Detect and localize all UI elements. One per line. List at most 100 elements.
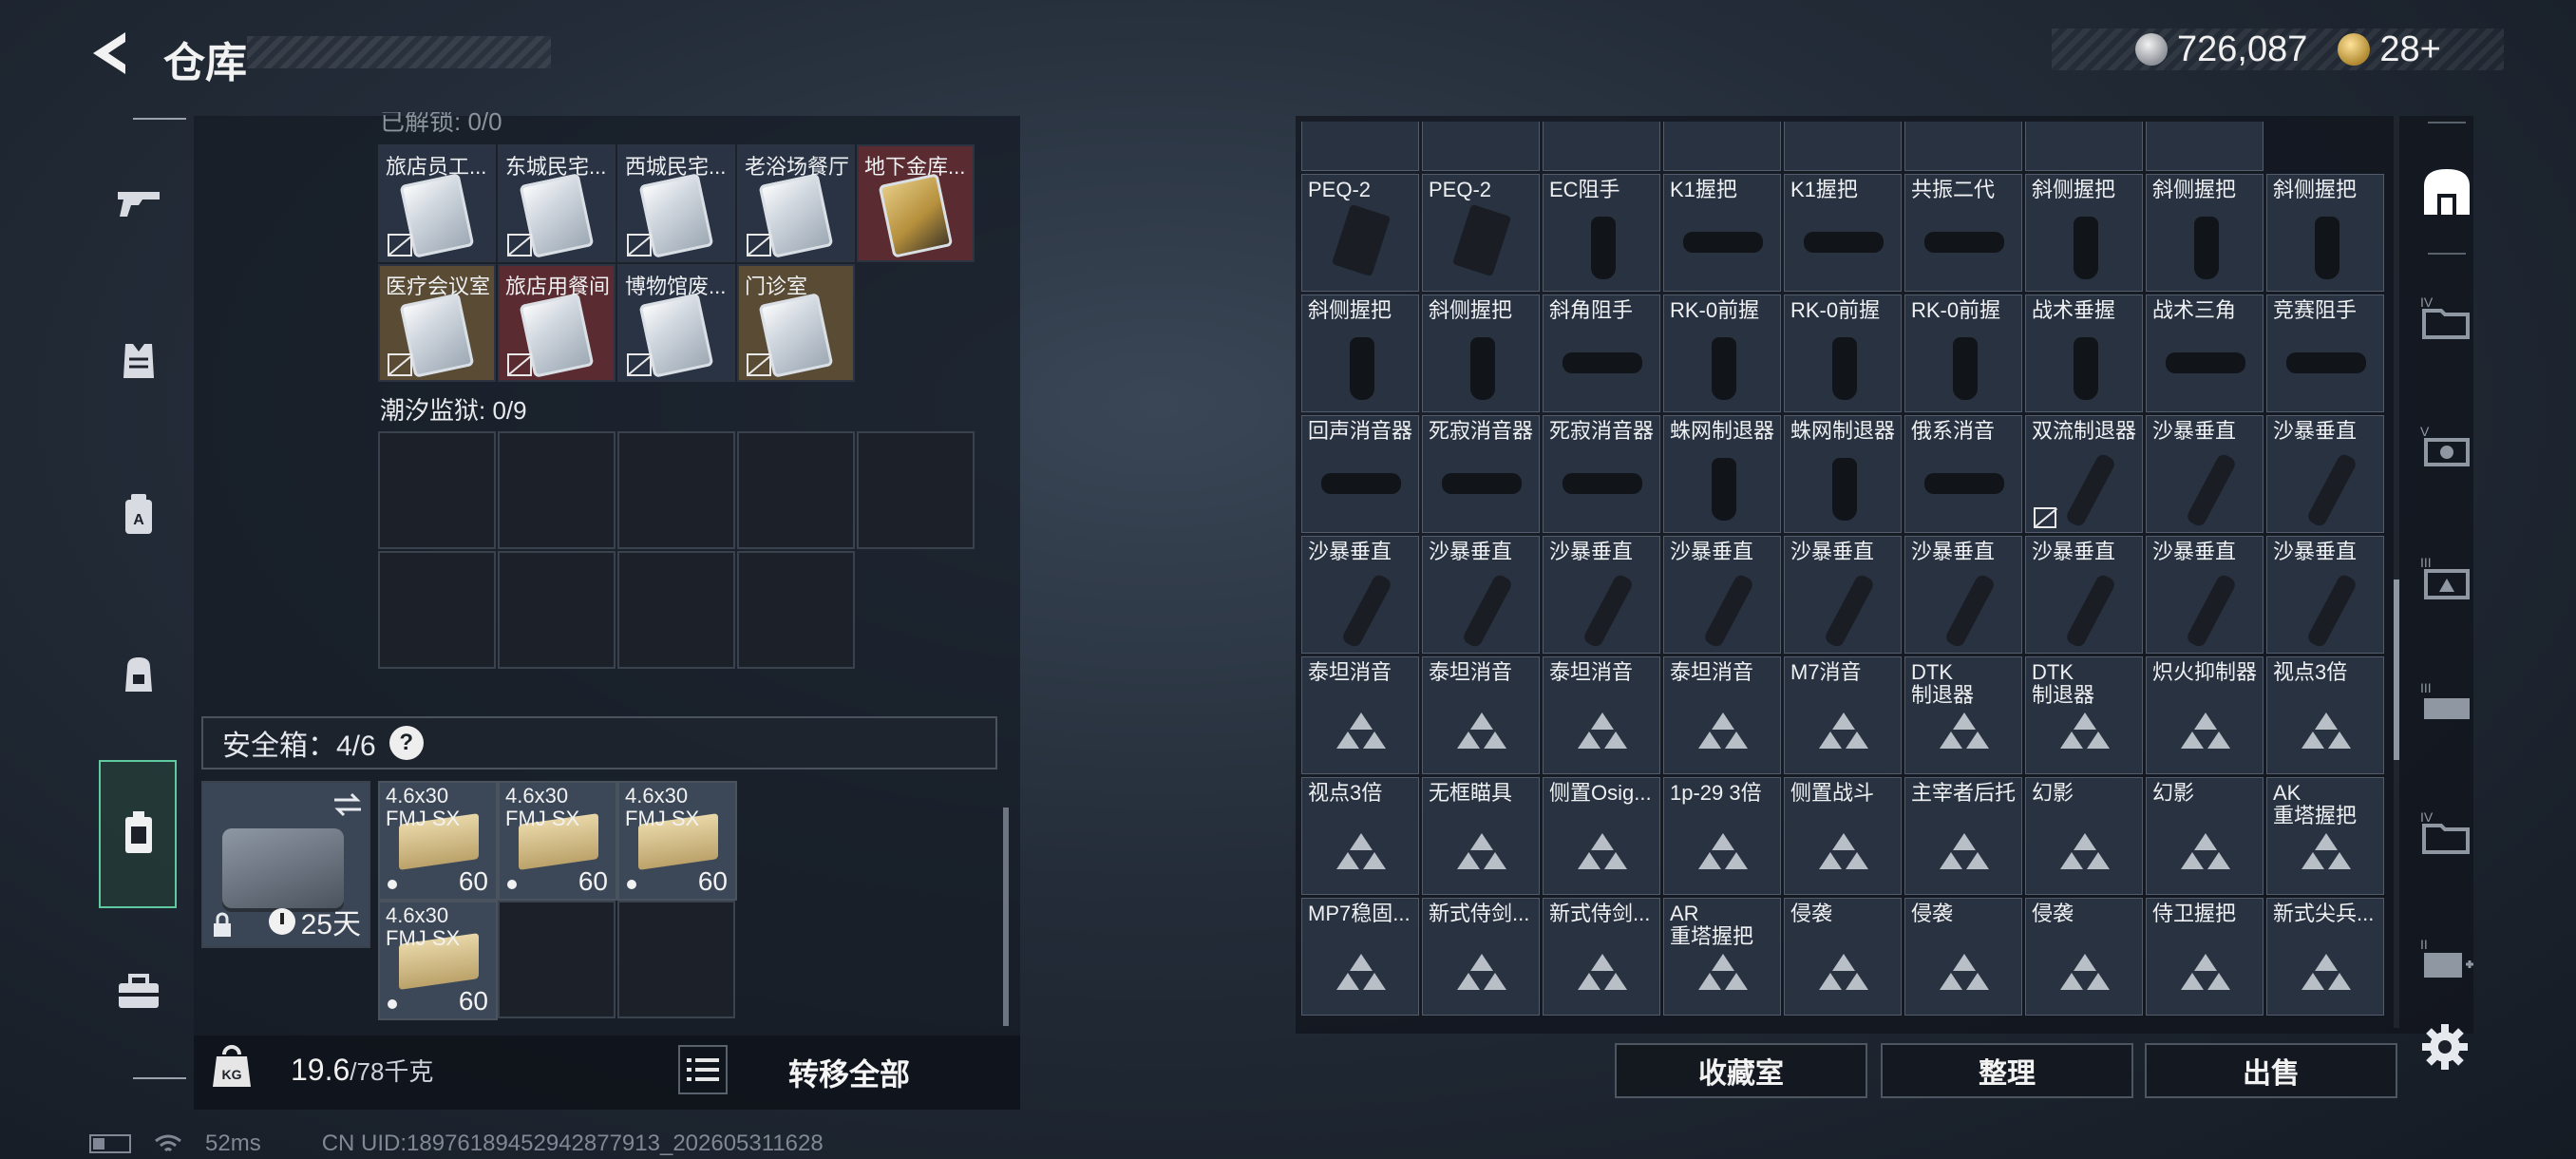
stash-item[interactable]: 无框瞄具 bbox=[1422, 777, 1540, 895]
stash-item[interactable]: EC阻手 bbox=[1543, 174, 1660, 292]
stash-item[interactable]: 回声消音器 bbox=[1301, 415, 1419, 533]
stash-item[interactable]: 泰坦消音 bbox=[1422, 656, 1540, 774]
stash-item[interactable]: 沙暴垂直 bbox=[2025, 536, 2143, 654]
stash-item[interactable]: AR 重塔握把 bbox=[1663, 898, 1781, 1016]
ammo-item[interactable]: 4.6x30 FMJ SX 60 bbox=[378, 781, 498, 901]
stash-item[interactable] bbox=[1904, 122, 2022, 171]
stash-item[interactable]: 幻影 bbox=[2025, 777, 2143, 895]
stash-item[interactable]: DTK 制退器 bbox=[1904, 656, 2022, 774]
stash-item[interactable]: 战术垂握 bbox=[2025, 294, 2143, 412]
stash-item[interactable] bbox=[1301, 122, 1419, 171]
stash-item[interactable]: 死寂消音器 bbox=[1422, 415, 1540, 533]
stash-item[interactable]: 主宰者后托 bbox=[1904, 777, 2022, 895]
key-card[interactable]: 博物馆废... bbox=[617, 264, 735, 382]
stash-item[interactable]: 沙暴垂直 bbox=[2146, 536, 2263, 654]
empty-slot[interactable] bbox=[498, 551, 616, 669]
stash-item[interactable]: 死寂消音器 bbox=[1543, 415, 1660, 533]
stash-item[interactable]: 泰坦消音 bbox=[1543, 656, 1660, 774]
stash-item[interactable]: 1p-29 3倍 bbox=[1663, 777, 1781, 895]
settings-button[interactable] bbox=[2418, 1020, 2472, 1074]
key-card[interactable]: 旅店员工... bbox=[378, 144, 496, 262]
nav-helmet[interactable]: A bbox=[106, 483, 171, 547]
stash-item[interactable]: 双流制退器 bbox=[2025, 415, 2143, 533]
key-card[interactable]: 地下金库... bbox=[857, 144, 975, 262]
empty-slot[interactable] bbox=[498, 901, 616, 1018]
stash-item[interactable]: 侵袭 bbox=[2025, 898, 2143, 1016]
empty-slot[interactable] bbox=[617, 901, 735, 1018]
stash-item[interactable]: AK 重塔握把 bbox=[2266, 777, 2384, 895]
stash-item[interactable]: 战术三角 bbox=[2146, 294, 2263, 412]
key-card[interactable]: 门诊室 bbox=[737, 264, 855, 382]
key-card[interactable]: 东城民宅... bbox=[498, 144, 616, 262]
stash-item[interactable]: 沙暴垂直 bbox=[1422, 536, 1540, 654]
stash-item[interactable]: 炽火抑制器 bbox=[2146, 656, 2263, 774]
stash-item[interactable]: 沙暴垂直 bbox=[2266, 415, 2384, 533]
empty-slot[interactable] bbox=[378, 431, 496, 549]
stash-item[interactable]: 侧置Osig... bbox=[1543, 777, 1660, 895]
stash-item[interactable]: 侵袭 bbox=[1904, 898, 2022, 1016]
sell-button[interactable]: 出售 bbox=[2145, 1043, 2397, 1098]
empty-slot[interactable] bbox=[617, 431, 735, 549]
stash-item[interactable]: 斜角阻手 bbox=[1543, 294, 1660, 412]
empty-slot[interactable] bbox=[378, 551, 496, 669]
nav-toolbox[interactable] bbox=[106, 960, 171, 1024]
stash-item[interactable]: 斜侧握把 bbox=[2025, 174, 2143, 292]
empty-slot[interactable] bbox=[737, 551, 855, 669]
stash-item[interactable]: 视点3倍 bbox=[1301, 777, 1419, 895]
stash-item[interactable]: K1握把 bbox=[1784, 174, 1902, 292]
stash-item[interactable]: 沙暴垂直 bbox=[1663, 536, 1781, 654]
ammo-item[interactable]: 4.6x30 FMJ SX 60 bbox=[498, 781, 617, 901]
rail-tab-ii[interactable]: II bbox=[2409, 922, 2485, 998]
stash-item[interactable]: 侧置战斗 bbox=[1784, 777, 1902, 895]
stash-item[interactable]: 泰坦消音 bbox=[1301, 656, 1419, 774]
nav-weapons[interactable] bbox=[106, 171, 171, 236]
stash-item[interactable] bbox=[2025, 122, 2143, 171]
empty-slot[interactable] bbox=[498, 431, 616, 549]
nav-container[interactable] bbox=[106, 800, 171, 864]
key-card[interactable]: 西城民宅... bbox=[617, 144, 735, 262]
stash-item[interactable]: 沙暴垂直 bbox=[1784, 536, 1902, 654]
stash-item[interactable]: 斜侧握把 bbox=[1422, 294, 1540, 412]
rail-tab-iii-b[interactable]: III bbox=[2409, 665, 2485, 741]
stash-item[interactable]: RK-0前握 bbox=[1784, 294, 1902, 412]
stash-item[interactable]: DTK 制退器 bbox=[2025, 656, 2143, 774]
stash-item[interactable]: 新式侍剑... bbox=[1543, 898, 1660, 1016]
stash-item[interactable]: 新式尖兵... bbox=[2266, 898, 2384, 1016]
help-icon[interactable]: ? bbox=[388, 726, 424, 760]
back-button[interactable] bbox=[87, 28, 137, 78]
stash-scroll-thumb[interactable] bbox=[2394, 580, 2399, 760]
stash-item[interactable]: 沙暴垂直 bbox=[2266, 536, 2384, 654]
stash-item[interactable]: PEQ-2 bbox=[1301, 174, 1419, 292]
left-scrollbar[interactable] bbox=[1003, 808, 1009, 1026]
stash-item[interactable]: 斜侧握把 bbox=[2266, 174, 2384, 292]
nav-backpack[interactable] bbox=[106, 642, 171, 707]
stash-item[interactable]: 侍卫握把 bbox=[2146, 898, 2263, 1016]
rail-tab-iii-a[interactable]: III bbox=[2409, 540, 2485, 616]
key-card[interactable]: 医疗会议室 bbox=[378, 264, 496, 382]
collection-room-button[interactable]: 收藏室 bbox=[1615, 1043, 1867, 1098]
key-card[interactable]: 旅店用餐间 bbox=[498, 264, 616, 382]
stash-item[interactable]: 斜侧握把 bbox=[2146, 174, 2263, 292]
stash-item[interactable]: 蛛网制退器 bbox=[1663, 415, 1781, 533]
safebox-item[interactable]: 25天 bbox=[201, 781, 370, 948]
rail-tab-v[interactable]: V bbox=[2409, 408, 2485, 484]
key-card[interactable]: 老浴场餐厅 bbox=[737, 144, 855, 262]
stash-item[interactable]: 俄系消音 bbox=[1904, 415, 2022, 533]
transfer-all-button[interactable]: 转移全部 bbox=[788, 1051, 910, 1094]
stash-item[interactable]: K1握把 bbox=[1663, 174, 1781, 292]
stash-item[interactable]: RK-0前握 bbox=[1904, 294, 2022, 412]
stash-item[interactable]: 泰坦消音 bbox=[1663, 656, 1781, 774]
empty-slot[interactable] bbox=[857, 431, 975, 549]
rail-tab-iv[interactable]: IV bbox=[2409, 279, 2485, 355]
stash-item[interactable] bbox=[1663, 122, 1781, 171]
stash-item[interactable] bbox=[2146, 122, 2263, 171]
stash-item[interactable] bbox=[1543, 122, 1660, 171]
stash-item[interactable]: 竞赛阻手 bbox=[2266, 294, 2384, 412]
stash-item[interactable] bbox=[1422, 122, 1540, 171]
stash-item[interactable]: M7消音 bbox=[1784, 656, 1902, 774]
stash-item[interactable]: 新式侍剑... bbox=[1422, 898, 1540, 1016]
stash-scrollbar[interactable] bbox=[2394, 116, 2399, 1028]
stash-item[interactable]: 幻影 bbox=[2146, 777, 2263, 895]
stash-item[interactable]: MP7稳固... bbox=[1301, 898, 1419, 1016]
organize-button[interactable]: 整理 bbox=[1881, 1043, 2133, 1098]
